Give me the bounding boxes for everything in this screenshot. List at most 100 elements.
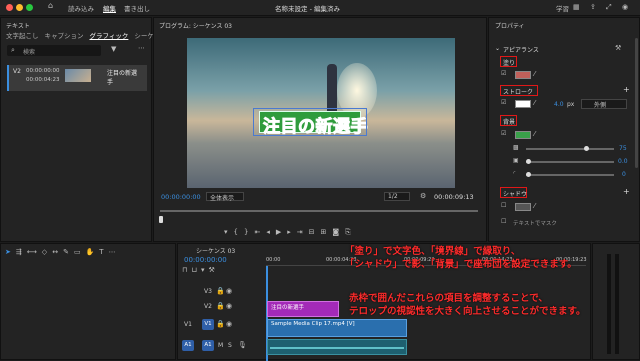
quick-export-icon[interactable]: ⇪ xyxy=(590,3,596,11)
menu-import[interactable]: 読み込み xyxy=(68,3,94,13)
go-to-in-icon: ⇤ xyxy=(254,228,267,236)
transport-controls[interactable]: ▾{}⇤◂▶▸⇥⊟⊞◙⎘ xyxy=(224,228,424,237)
text-panel: テキスト 文字起こし キャプション グラフィック シーケ ⌕ 検索 ▼ ⋯ V2 00… xyxy=(0,17,154,242)
background-color-swatch[interactable] xyxy=(515,131,531,139)
v3-lock-icon[interactable]: 🔒 xyxy=(216,287,225,295)
workspaces-icon[interactable]: ▦ xyxy=(573,3,580,11)
audio-waveform xyxy=(270,347,404,349)
step-back-icon: ◂ xyxy=(266,228,276,236)
account-icon[interactable]: ◉ xyxy=(622,3,628,11)
track-header-v3: V3 🔒 ◉ xyxy=(204,287,233,295)
close-window-button[interactable] xyxy=(6,4,13,11)
tools-panel: ➤⇶⟷◇↔✎▭✋T⋯ xyxy=(0,243,176,360)
rectangle-icon: ▭ xyxy=(73,248,86,256)
stroke-checkbox[interactable]: ☑ xyxy=(501,99,506,106)
a1-target-button[interactable]: A1 xyxy=(202,340,214,351)
tab-captions[interactable]: キャプション xyxy=(45,32,84,40)
search-input[interactable]: 検索 xyxy=(23,47,35,56)
bg-corner-knob[interactable] xyxy=(526,172,531,177)
stroke-width-value[interactable]: 4.0 xyxy=(554,101,564,108)
bg-opacity-value[interactable]: 75 xyxy=(619,145,627,152)
wrench-icon[interactable]: ⚒ xyxy=(615,44,621,52)
slip-icon: ↔ xyxy=(52,248,64,256)
selection-box[interactable] xyxy=(253,108,367,136)
v1-lock-icon[interactable]: 🔒 xyxy=(216,320,225,328)
properties-scrollbar[interactable] xyxy=(635,38,638,168)
search-icon: ⌕ xyxy=(11,46,15,54)
background-eyedropper-icon[interactable]: ⁄ xyxy=(534,130,535,138)
graphic-list-item[interactable]: V2 00:00:00:00 00:00:04:23 注目の新選 手 xyxy=(7,65,147,91)
more-tools-icon: ⋯ xyxy=(108,248,121,256)
learn-button[interactable]: 学習 xyxy=(556,3,569,13)
appearance-chevron-icon[interactable]: ⌄ xyxy=(495,45,500,52)
marker-icon: ▾ xyxy=(224,228,234,236)
fill-color-swatch[interactable] xyxy=(515,71,531,79)
fullscreen-icon[interactable]: ⤢ xyxy=(606,3,612,12)
tab-graphics[interactable]: グラフィック xyxy=(90,32,129,40)
video-clip[interactable]: Sample Media Clip 17.mp4 [V] xyxy=(267,319,407,337)
stroke-color-swatch[interactable] xyxy=(515,100,531,108)
program-timecode[interactable]: 00:00:00:00 xyxy=(161,193,201,201)
search-field[interactable]: ⌕ 検索 xyxy=(7,45,101,56)
in-point-icon: { xyxy=(233,228,244,236)
stroke-eyedropper-icon[interactable]: ⁄ xyxy=(534,99,535,107)
fit-select[interactable]: 全体表示 xyxy=(206,192,244,202)
v2-lock-icon[interactable]: 🔒 xyxy=(216,302,225,310)
background-checkbox[interactable]: ☑ xyxy=(501,130,506,137)
a1-solo[interactable]: S xyxy=(228,342,232,349)
bg-opacity-knob[interactable] xyxy=(584,146,589,151)
bg-corner-value[interactable]: 0 xyxy=(622,171,626,178)
v3-eye-icon[interactable]: ◉ xyxy=(226,287,232,295)
minimize-window-button[interactable] xyxy=(16,4,23,11)
shadow-checkbox[interactable]: ☐ xyxy=(501,202,506,209)
sequence-tab[interactable]: シーケンス 03 xyxy=(196,246,235,255)
item-thumbnail xyxy=(65,69,91,82)
fill-checkbox[interactable]: ☑ xyxy=(501,70,506,77)
timeline-timecode[interactable]: 00:00:00:00 xyxy=(184,256,227,264)
v1-target-button[interactable]: V1 xyxy=(202,319,214,330)
add-stroke-icon[interactable]: + xyxy=(623,85,630,94)
tab-transcript[interactable]: 文字起こし xyxy=(6,32,39,40)
a1-mute[interactable]: M xyxy=(218,342,223,349)
v1-eye-icon[interactable]: ◉ xyxy=(226,320,232,328)
v2-eye-icon[interactable]: ◉ xyxy=(226,302,232,310)
fill-eyedropper-icon[interactable]: ⁄ xyxy=(534,70,535,78)
bg-size-slider[interactable] xyxy=(526,161,614,163)
shadow-eyedropper-icon[interactable]: ⁄ xyxy=(534,202,535,210)
maximize-window-button[interactable] xyxy=(26,4,33,11)
timeline-toolbar[interactable]: ⊓⊔▾⚒ xyxy=(182,266,219,274)
size-icon: ▣ xyxy=(513,157,519,164)
mic-icon[interactable]: 🎙 xyxy=(238,341,247,349)
text-clip[interactable]: 注目の新選手 xyxy=(267,301,339,317)
add-shadow-icon[interactable]: + xyxy=(623,187,630,196)
step-forward-icon: ▸ xyxy=(287,228,297,236)
hand-icon: ✋ xyxy=(85,248,100,256)
stroke-label: ストローク xyxy=(503,89,534,96)
more-icon[interactable]: ⋯ xyxy=(138,44,145,52)
a1-source-button[interactable]: A1 xyxy=(182,340,194,351)
annotation-line1: 「塗り」で文字色、「境界線」で縁取り、 xyxy=(345,246,521,257)
corner-radius-icon: ◜ xyxy=(513,170,516,177)
home-icon[interactable]: ⌂ xyxy=(48,1,53,10)
shadow-color-swatch[interactable] xyxy=(515,203,531,211)
settings-icon[interactable]: ⚙ xyxy=(420,192,426,200)
video-frame[interactable]: 注目の新選手 xyxy=(187,38,455,188)
bg-size-knob[interactable] xyxy=(526,159,531,164)
bg-opacity-slider[interactable] xyxy=(526,148,614,150)
resolution-select[interactable]: 1/2 xyxy=(384,192,410,201)
menu-edit[interactable]: 編集 xyxy=(103,3,116,13)
tab-sequence[interactable]: シーケ xyxy=(134,32,154,40)
tools-bar[interactable]: ➤⇶⟷◇↔✎▭✋T⋯ xyxy=(5,248,121,256)
filter-icon[interactable]: ▼ xyxy=(111,45,116,53)
audio-clip[interactable] xyxy=(267,339,407,355)
textmask-checkbox[interactable]: ☐ xyxy=(501,218,506,225)
extract-icon: ⊞ xyxy=(320,228,333,236)
bg-size-value[interactable]: 0.0 xyxy=(618,158,628,165)
playhead-handle[interactable] xyxy=(159,216,163,223)
stroke-position-select[interactable]: 外側 xyxy=(581,99,627,109)
lift-icon: ⊟ xyxy=(308,228,321,236)
bg-corner-slider[interactable] xyxy=(526,174,614,176)
program-scrubber[interactable] xyxy=(160,210,478,212)
program-duration: 00:00:09:13 xyxy=(434,193,474,201)
menu-export[interactable]: 書き出し xyxy=(124,3,150,13)
